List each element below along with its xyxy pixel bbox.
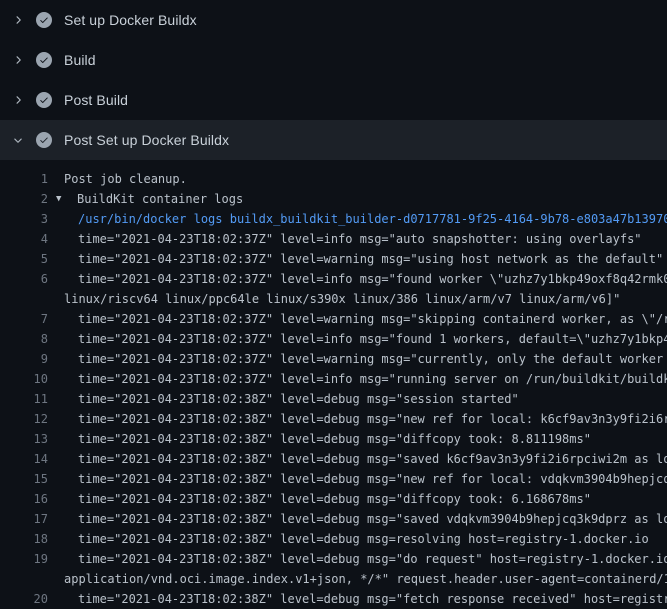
- check-circle-icon: [36, 12, 52, 28]
- log-line-text: linux/riscv64 linux/ppc64le linux/s390x …: [48, 289, 620, 309]
- log-line-wrap[interactable]: linux/riscv64 linux/ppc64le linux/s390x …: [0, 289, 667, 309]
- log-line[interactable]: 18time="2021-04-23T18:02:38Z" level=debu…: [0, 529, 667, 549]
- log-line-text: time="2021-04-23T18:02:38Z" level=debug …: [48, 529, 649, 549]
- log-group-label: BuildKit container logs: [77, 192, 243, 206]
- log-line[interactable]: 8time="2021-04-23T18:02:37Z" level=info …: [0, 329, 667, 349]
- log-line-text: time="2021-04-23T18:02:38Z" level=debug …: [48, 389, 519, 409]
- log-line-number[interactable]: 20: [0, 589, 48, 609]
- step-header-build[interactable]: Build: [0, 40, 667, 80]
- log-line-number[interactable]: 8: [0, 329, 48, 349]
- chevron-right-icon[interactable]: [10, 92, 26, 108]
- log-line[interactable]: 15time="2021-04-23T18:02:38Z" level=debu…: [0, 469, 667, 489]
- log-line-text: ▼BuildKit container logs: [48, 189, 243, 209]
- log-line[interactable]: 19time="2021-04-23T18:02:38Z" level=debu…: [0, 549, 667, 569]
- log-line[interactable]: 10time="2021-04-23T18:02:37Z" level=info…: [0, 369, 667, 389]
- log-line-text: time="2021-04-23T18:02:38Z" level=debug …: [48, 589, 667, 609]
- log-line-number[interactable]: 6: [0, 269, 48, 289]
- log-line[interactable]: 20time="2021-04-23T18:02:38Z" level=debu…: [0, 589, 667, 609]
- log-line-text: time="2021-04-23T18:02:38Z" level=debug …: [48, 509, 667, 529]
- log-line[interactable]: 4time="2021-04-23T18:02:37Z" level=info …: [0, 229, 667, 249]
- log-line[interactable]: 14time="2021-04-23T18:02:38Z" level=debu…: [0, 449, 667, 469]
- log-line-number[interactable]: 9: [0, 349, 48, 369]
- log-line-number: [0, 569, 48, 589]
- log-line-text: time="2021-04-23T18:02:37Z" level=info m…: [48, 369, 667, 389]
- log-line-number[interactable]: 3: [0, 209, 48, 229]
- log-line[interactable]: 11time="2021-04-23T18:02:38Z" level=debu…: [0, 389, 667, 409]
- log-line-number[interactable]: 17: [0, 509, 48, 529]
- log-line-text: time="2021-04-23T18:02:38Z" level=debug …: [48, 409, 667, 429]
- log-line-text: application/vnd.oci.image.index.v1+json,…: [48, 569, 667, 589]
- log-line-text: Post job cleanup.: [48, 169, 187, 189]
- log-line-text: time="2021-04-23T18:02:37Z" level=warnin…: [48, 249, 663, 269]
- log-line[interactable]: 5time="2021-04-23T18:02:37Z" level=warni…: [0, 249, 667, 269]
- log-line-text: time="2021-04-23T18:02:37Z" level=warnin…: [48, 349, 667, 369]
- log-line[interactable]: 13time="2021-04-23T18:02:38Z" level=debu…: [0, 429, 667, 449]
- log-line-number[interactable]: 14: [0, 449, 48, 469]
- step-label: Build: [64, 52, 96, 68]
- log-line[interactable]: 1Post job cleanup.: [0, 169, 667, 189]
- log-line[interactable]: 17time="2021-04-23T18:02:38Z" level=debu…: [0, 509, 667, 529]
- log-line[interactable]: 12time="2021-04-23T18:02:38Z" level=debu…: [0, 409, 667, 429]
- chevron-down-icon[interactable]: [10, 132, 26, 148]
- actions-log-page: { "theme": { "page_bg": "#0d1117", "acti…: [0, 0, 667, 600]
- check-circle-icon: [36, 132, 52, 148]
- step-header-post-build[interactable]: Post Build: [0, 80, 667, 120]
- chevron-right-icon[interactable]: [10, 52, 26, 68]
- check-circle-icon: [36, 52, 52, 68]
- log-line[interactable]: 6time="2021-04-23T18:02:37Z" level=info …: [0, 269, 667, 289]
- chevron-right-icon[interactable]: [10, 12, 26, 28]
- step-header-post-set-up-docker-buildx[interactable]: Post Set up Docker Buildx: [0, 120, 667, 160]
- log-line[interactable]: 3/usr/bin/docker logs buildx_buildkit_bu…: [0, 209, 667, 229]
- step-header-set-up-docker-buildx[interactable]: Set up Docker Buildx: [0, 0, 667, 40]
- log-command-text: /usr/bin/docker logs buildx_buildkit_bui…: [48, 209, 667, 229]
- log-line-text: time="2021-04-23T18:02:38Z" level=debug …: [48, 449, 667, 469]
- step-label: Set up Docker Buildx: [64, 12, 197, 28]
- step-label: Post Set up Docker Buildx: [64, 132, 229, 148]
- log-line-text: time="2021-04-23T18:02:37Z" level=warnin…: [48, 309, 667, 329]
- log-line-text: time="2021-04-23T18:02:38Z" level=debug …: [48, 489, 591, 509]
- steps-list: Set up Docker Buildx Build Post Build Post …: [0, 0, 667, 160]
- log-line-number[interactable]: 18: [0, 529, 48, 549]
- log-line-number[interactable]: 19: [0, 549, 48, 569]
- log-line-number[interactable]: 15: [0, 469, 48, 489]
- log-line[interactable]: 2▼BuildKit container logs: [0, 189, 667, 209]
- log-line-number[interactable]: 1: [0, 169, 48, 189]
- log-line[interactable]: 9time="2021-04-23T18:02:37Z" level=warni…: [0, 349, 667, 369]
- log-line-text: time="2021-04-23T18:02:37Z" level=info m…: [48, 229, 642, 249]
- log-line-number[interactable]: 13: [0, 429, 48, 449]
- log-line-number[interactable]: 2: [0, 189, 48, 209]
- log-viewer: 1Post job cleanup.2▼BuildKit container l…: [0, 160, 667, 609]
- log-line[interactable]: 16time="2021-04-23T18:02:38Z" level=debu…: [0, 489, 667, 509]
- log-line-number[interactable]: 4: [0, 229, 48, 249]
- log-line-wrap[interactable]: application/vnd.oci.image.index.v1+json,…: [0, 569, 667, 589]
- log-line-text: time="2021-04-23T18:02:37Z" level=info m…: [48, 329, 667, 349]
- log-line-number[interactable]: 12: [0, 409, 48, 429]
- log-line-number[interactable]: 11: [0, 389, 48, 409]
- log-line-number[interactable]: 5: [0, 249, 48, 269]
- log-line-text: time="2021-04-23T18:02:38Z" level=debug …: [48, 469, 667, 489]
- log-line-number[interactable]: 7: [0, 309, 48, 329]
- log-line-text: time="2021-04-23T18:02:38Z" level=debug …: [48, 549, 667, 569]
- step-label: Post Build: [64, 92, 128, 108]
- log-line-text: time="2021-04-23T18:02:37Z" level=info m…: [48, 269, 667, 289]
- log-line[interactable]: 7time="2021-04-23T18:02:37Z" level=warni…: [0, 309, 667, 329]
- log-line-number[interactable]: 16: [0, 489, 48, 509]
- collapse-triangle-icon[interactable]: ▼: [56, 189, 77, 209]
- check-circle-icon: [36, 92, 52, 108]
- log-line-number[interactable]: 10: [0, 369, 48, 389]
- log-line-text: time="2021-04-23T18:02:38Z" level=debug …: [48, 429, 591, 449]
- log-line-number: [0, 289, 48, 309]
